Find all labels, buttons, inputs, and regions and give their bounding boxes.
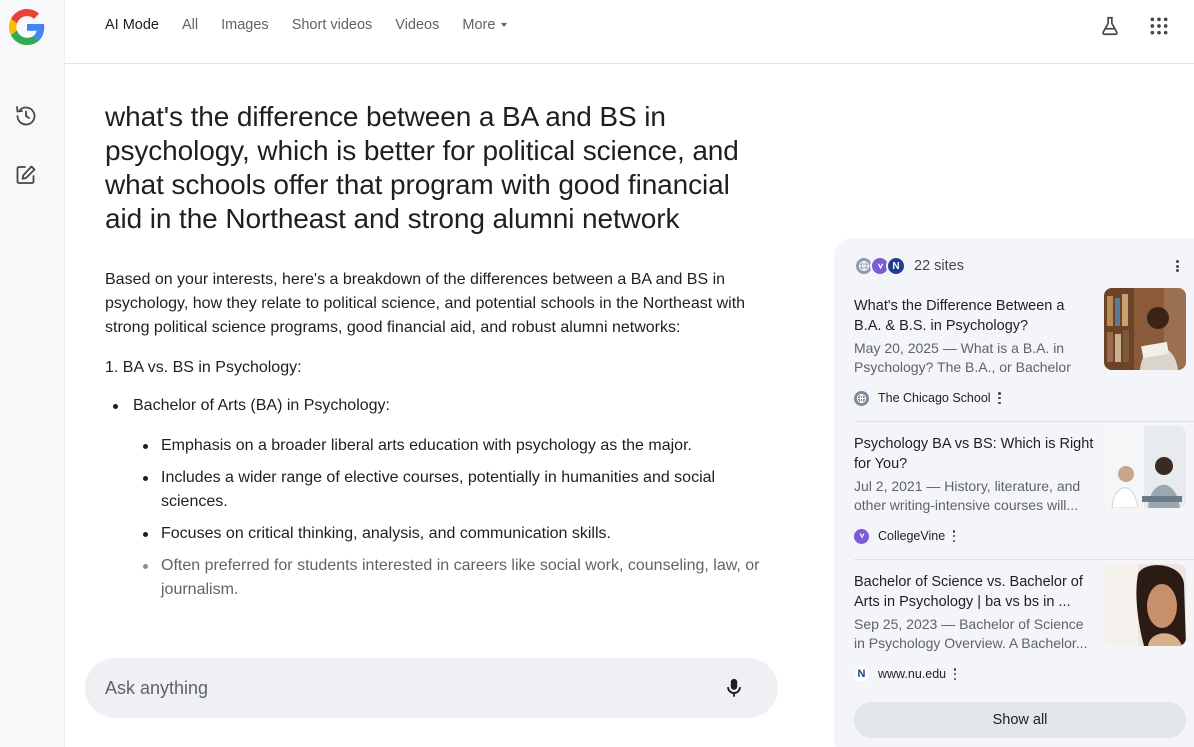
source-site: CollegeVine <box>854 528 1186 544</box>
bullet-item: Includes a wider range of elective cours… <box>133 466 783 514</box>
tab-label: All <box>182 17 198 33</box>
apps-grid-icon[interactable] <box>1147 14 1171 38</box>
history-icon[interactable] <box>12 102 40 130</box>
show-all-button[interactable]: Show all <box>854 702 1186 738</box>
subheading: Bachelor of Arts (BA) in Psychology: <box>133 397 390 414</box>
tab-short-videos[interactable]: Short videos <box>292 15 373 35</box>
more-options-icon[interactable] <box>1170 257 1184 275</box>
source-snippet: Jul 2, 2021 — History, literature, and o… <box>854 477 1094 515</box>
site-options-icon[interactable] <box>951 529 957 543</box>
tab-ai-mode[interactable]: AI Mode <box>105 15 159 35</box>
site-name: The Chicago School <box>878 391 991 405</box>
source-site: The Chicago School <box>854 390 1186 406</box>
thumbnail-image <box>1104 426 1186 508</box>
divider <box>854 559 1194 560</box>
source-card[interactable]: What's the Difference Between a B.A. & B… <box>854 296 1186 406</box>
top-bar: AI Mode All Images Short videos Videos More <box>65 0 1194 64</box>
site-name: www.nu.edu <box>878 667 946 681</box>
ask-bar[interactable] <box>85 658 778 718</box>
tab-label: Videos <box>395 17 439 33</box>
answer-panel: what's the difference between a BA and B… <box>105 100 770 610</box>
left-rail <box>0 0 65 747</box>
bullet-item: Focuses on critical thinking, analysis, … <box>133 522 783 546</box>
tab-more[interactable]: More <box>462 15 507 35</box>
source-title[interactable]: What's the Difference Between a B.A. & B… <box>854 296 1094 336</box>
source-favicons: N <box>854 256 908 276</box>
tab-all[interactable]: All <box>182 15 198 35</box>
source-snippet: May 20, 2025 — What is a B.A. in Psychol… <box>854 339 1094 377</box>
nu-logo-icon: N <box>886 256 906 276</box>
tab-images[interactable]: Images <box>221 15 269 35</box>
answer-list: Bachelor of Arts (BA) in Psychology: <box>105 394 770 418</box>
sources-header[interactable]: N 22 sites <box>854 256 964 276</box>
microphone-icon[interactable] <box>722 675 746 701</box>
thumbnail-image <box>1104 288 1186 370</box>
site-options-icon[interactable] <box>997 391 1003 405</box>
search-mode-tabs: AI Mode All Images Short videos Videos More <box>105 15 530 35</box>
tab-label: AI Mode <box>105 17 159 33</box>
source-title[interactable]: Psychology BA vs BS: Which is Right for … <box>854 434 1094 474</box>
section-heading: 1. BA vs. BS in Psychology: <box>105 356 770 380</box>
answer-intro: Based on your interests, here's a breakd… <box>105 268 755 340</box>
source-card[interactable]: Psychology BA vs BS: Which is Right for … <box>854 434 1186 544</box>
tab-label: More <box>462 17 495 33</box>
sub-bullet-list: Emphasis on a broader liberal arts educa… <box>133 434 770 602</box>
site-options-icon[interactable] <box>952 667 958 681</box>
query-heading: what's the difference between a BA and B… <box>105 100 770 236</box>
chevron-down-icon <box>501 23 507 27</box>
new-chat-icon[interactable] <box>12 161 40 189</box>
source-snippet: Sep 25, 2023 — Bachelor of Science in Ps… <box>854 615 1094 653</box>
ask-input[interactable] <box>105 678 665 699</box>
sources-count: 22 sites <box>914 258 964 274</box>
divider <box>854 421 1194 422</box>
sources-panel: N 22 sites What's the Difference Between… <box>834 238 1194 747</box>
source-title[interactable]: Bachelor of Science vs. Bachelor of Arts… <box>854 572 1094 612</box>
bullet-item: Emphasis on a broader liberal arts educa… <box>133 434 783 458</box>
site-name: CollegeVine <box>878 529 945 543</box>
list-item: Bachelor of Arts (BA) in Psychology: <box>105 394 770 418</box>
collegevine-icon <box>854 529 869 544</box>
tab-label: Short videos <box>292 17 373 33</box>
source-card[interactable]: Bachelor of Science vs. Bachelor of Arts… <box>854 572 1186 682</box>
globe-icon <box>854 391 869 406</box>
source-site: N www.nu.edu <box>854 666 1186 682</box>
google-logo[interactable] <box>9 9 45 45</box>
tab-videos[interactable]: Videos <box>395 15 439 35</box>
tab-label: Images <box>221 17 269 33</box>
thumbnail-image <box>1104 564 1186 646</box>
labs-flask-icon[interactable] <box>1098 14 1122 38</box>
nu-logo-icon: N <box>854 667 869 682</box>
bullet-item: Often preferred for students interested … <box>133 554 783 602</box>
